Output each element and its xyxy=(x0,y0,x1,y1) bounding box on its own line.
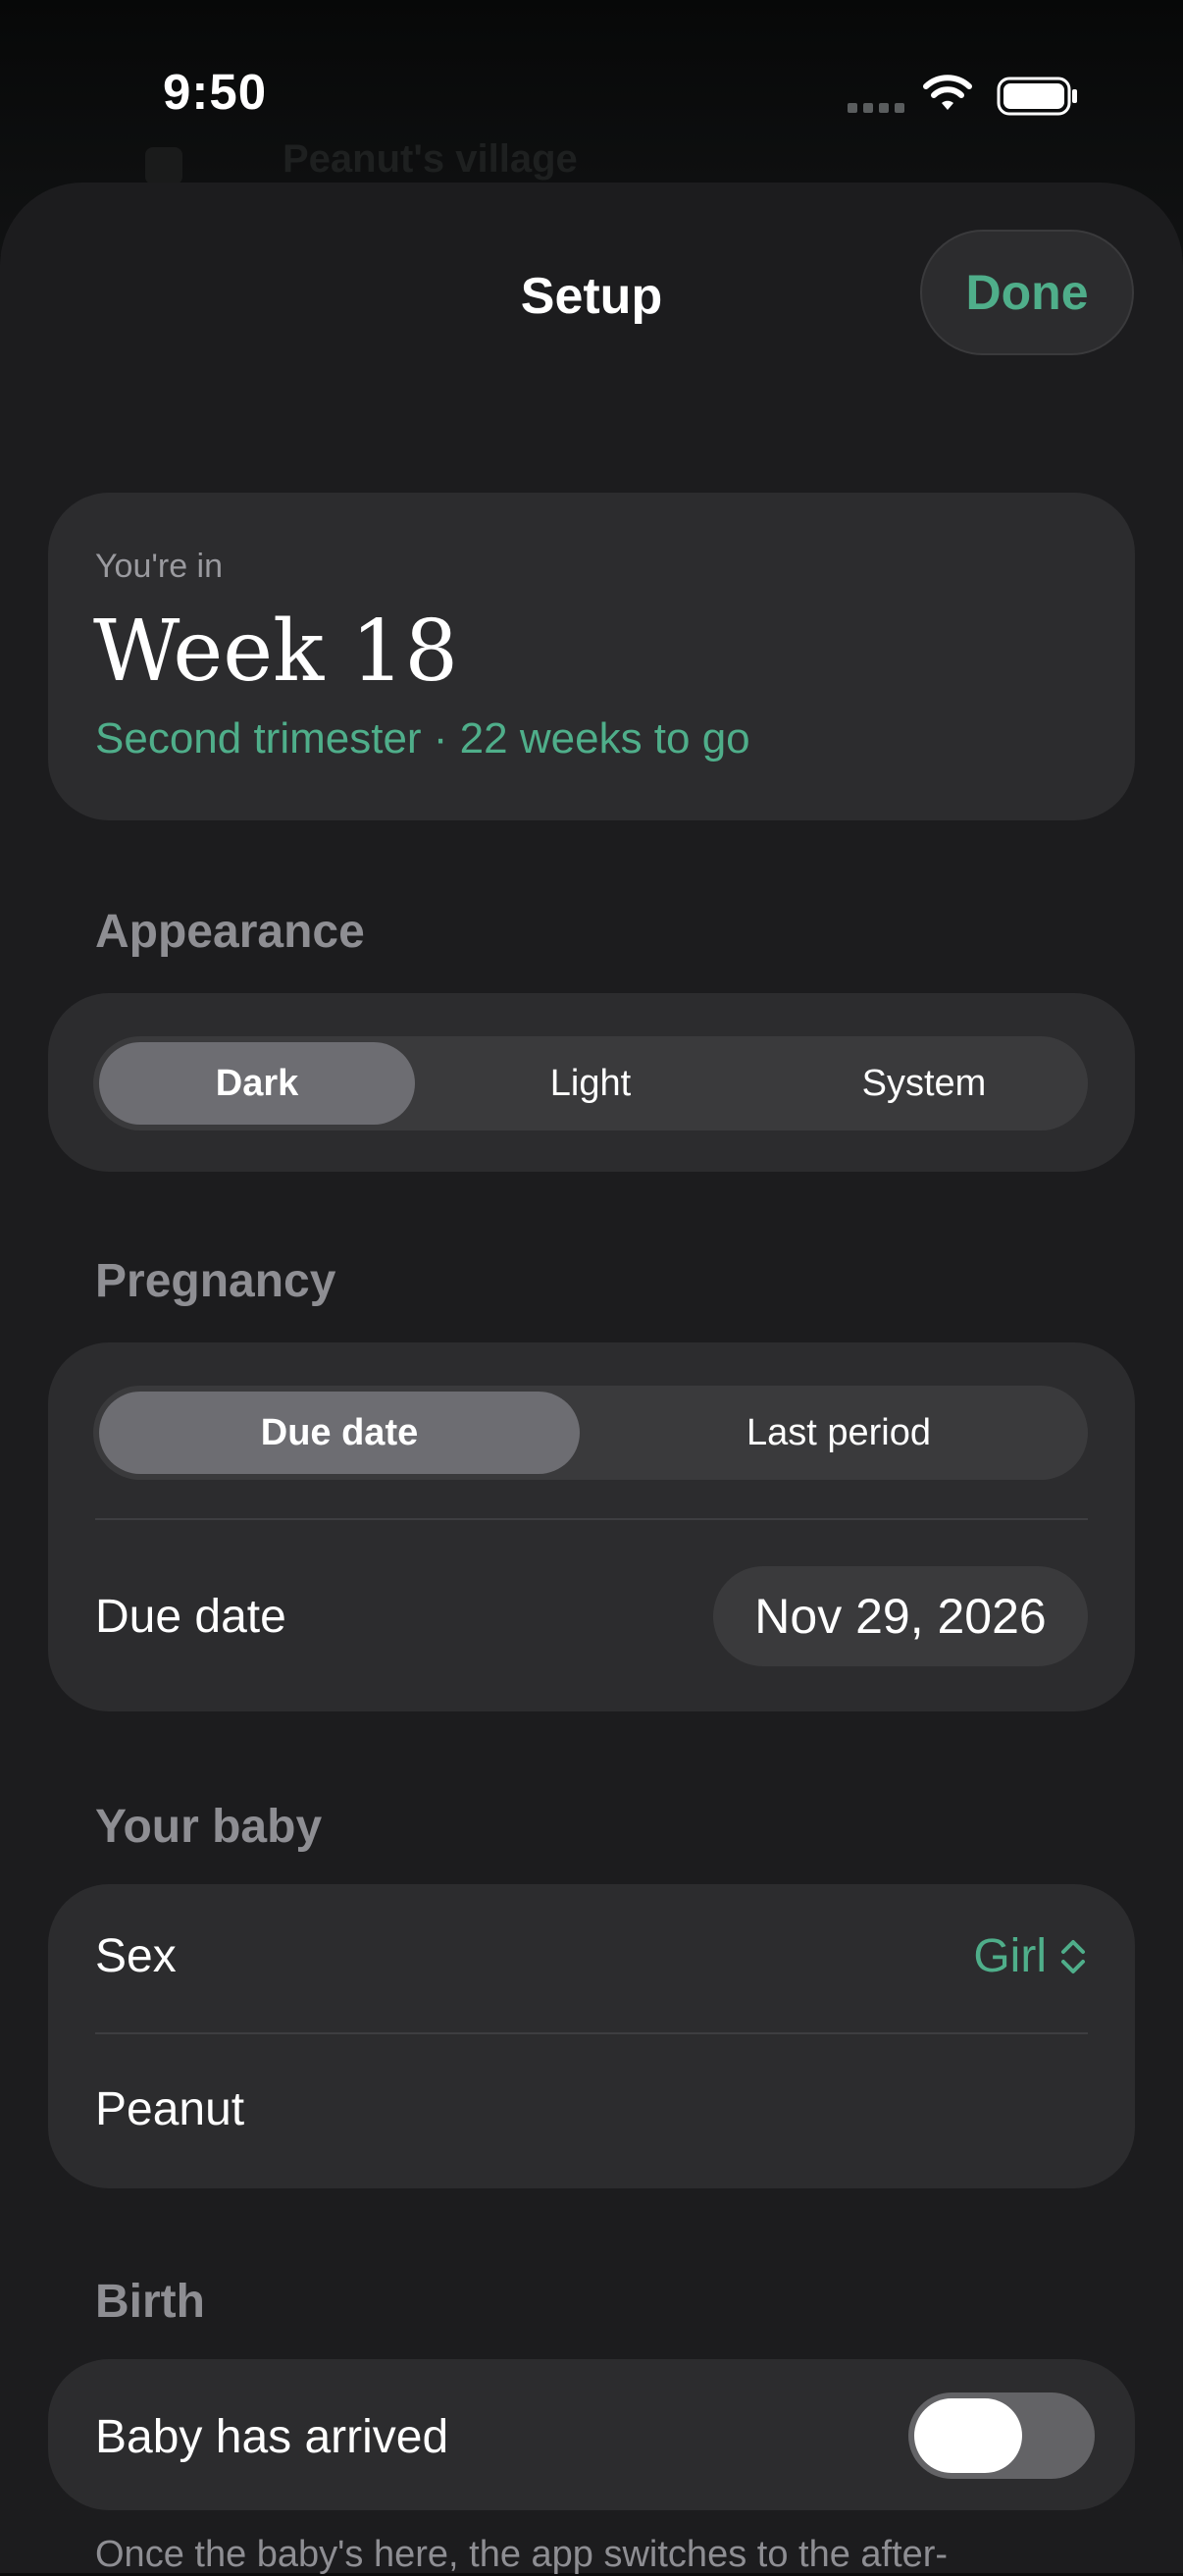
cellular-icon xyxy=(848,103,906,115)
pregnancy-section-label: Pregnancy xyxy=(95,1255,336,1307)
due-date-label: Due date xyxy=(95,1591,286,1643)
wifi-icon xyxy=(923,75,972,110)
sex-picker[interactable]: Girl xyxy=(973,1929,1088,1983)
done-button[interactable]: Done xyxy=(920,230,1134,355)
appearance-option-dark[interactable]: Dark xyxy=(99,1042,415,1125)
appearance-option-system[interactable]: System xyxy=(766,1042,1082,1125)
appearance-section-label: Appearance xyxy=(95,906,365,958)
week-card: You're in Week 18 Second trimester · 22 … xyxy=(48,493,1135,820)
baby-name-field[interactable]: Peanut xyxy=(95,2082,244,2136)
due-date-picker[interactable]: Nov 29, 2026 xyxy=(713,1566,1088,1666)
divider xyxy=(95,1518,1088,1520)
sex-label: Sex xyxy=(95,1930,177,1982)
pregnancy-segmented-control: Due date Last period xyxy=(93,1386,1088,1480)
status-time: 9:50 xyxy=(163,64,268,120)
baby-card xyxy=(48,1884,1135,2188)
toggle-knob xyxy=(914,2398,1022,2473)
week-subtitle: Second trimester · 22 weeks to go xyxy=(95,714,750,762)
battery-icon xyxy=(997,77,1077,116)
back-icon xyxy=(145,147,182,184)
sex-value: Girl xyxy=(973,1930,1047,1982)
week-title: Week 18 xyxy=(93,603,459,701)
pregnancy-option-due-date[interactable]: Due date xyxy=(99,1392,580,1474)
appearance-option-light[interactable]: Light xyxy=(433,1042,748,1125)
divider xyxy=(95,2032,1088,2034)
chevron-up-down-icon xyxy=(1061,1939,1085,1973)
baby-arrived-toggle[interactable] xyxy=(908,2392,1095,2479)
baby-section-label: Your baby xyxy=(95,1801,323,1853)
background-title: Peanut's village xyxy=(283,137,578,181)
birth-footnote: Once the baby's here, the app switches t… xyxy=(95,2534,949,2575)
week-kicker: You're in xyxy=(95,548,224,585)
appearance-segmented-control: Dark Light System xyxy=(93,1036,1088,1130)
pregnancy-option-last-period[interactable]: Last period xyxy=(595,1392,1082,1474)
birth-section-label: Birth xyxy=(95,2276,205,2328)
baby-arrived-label: Baby has arrived xyxy=(95,2411,449,2463)
